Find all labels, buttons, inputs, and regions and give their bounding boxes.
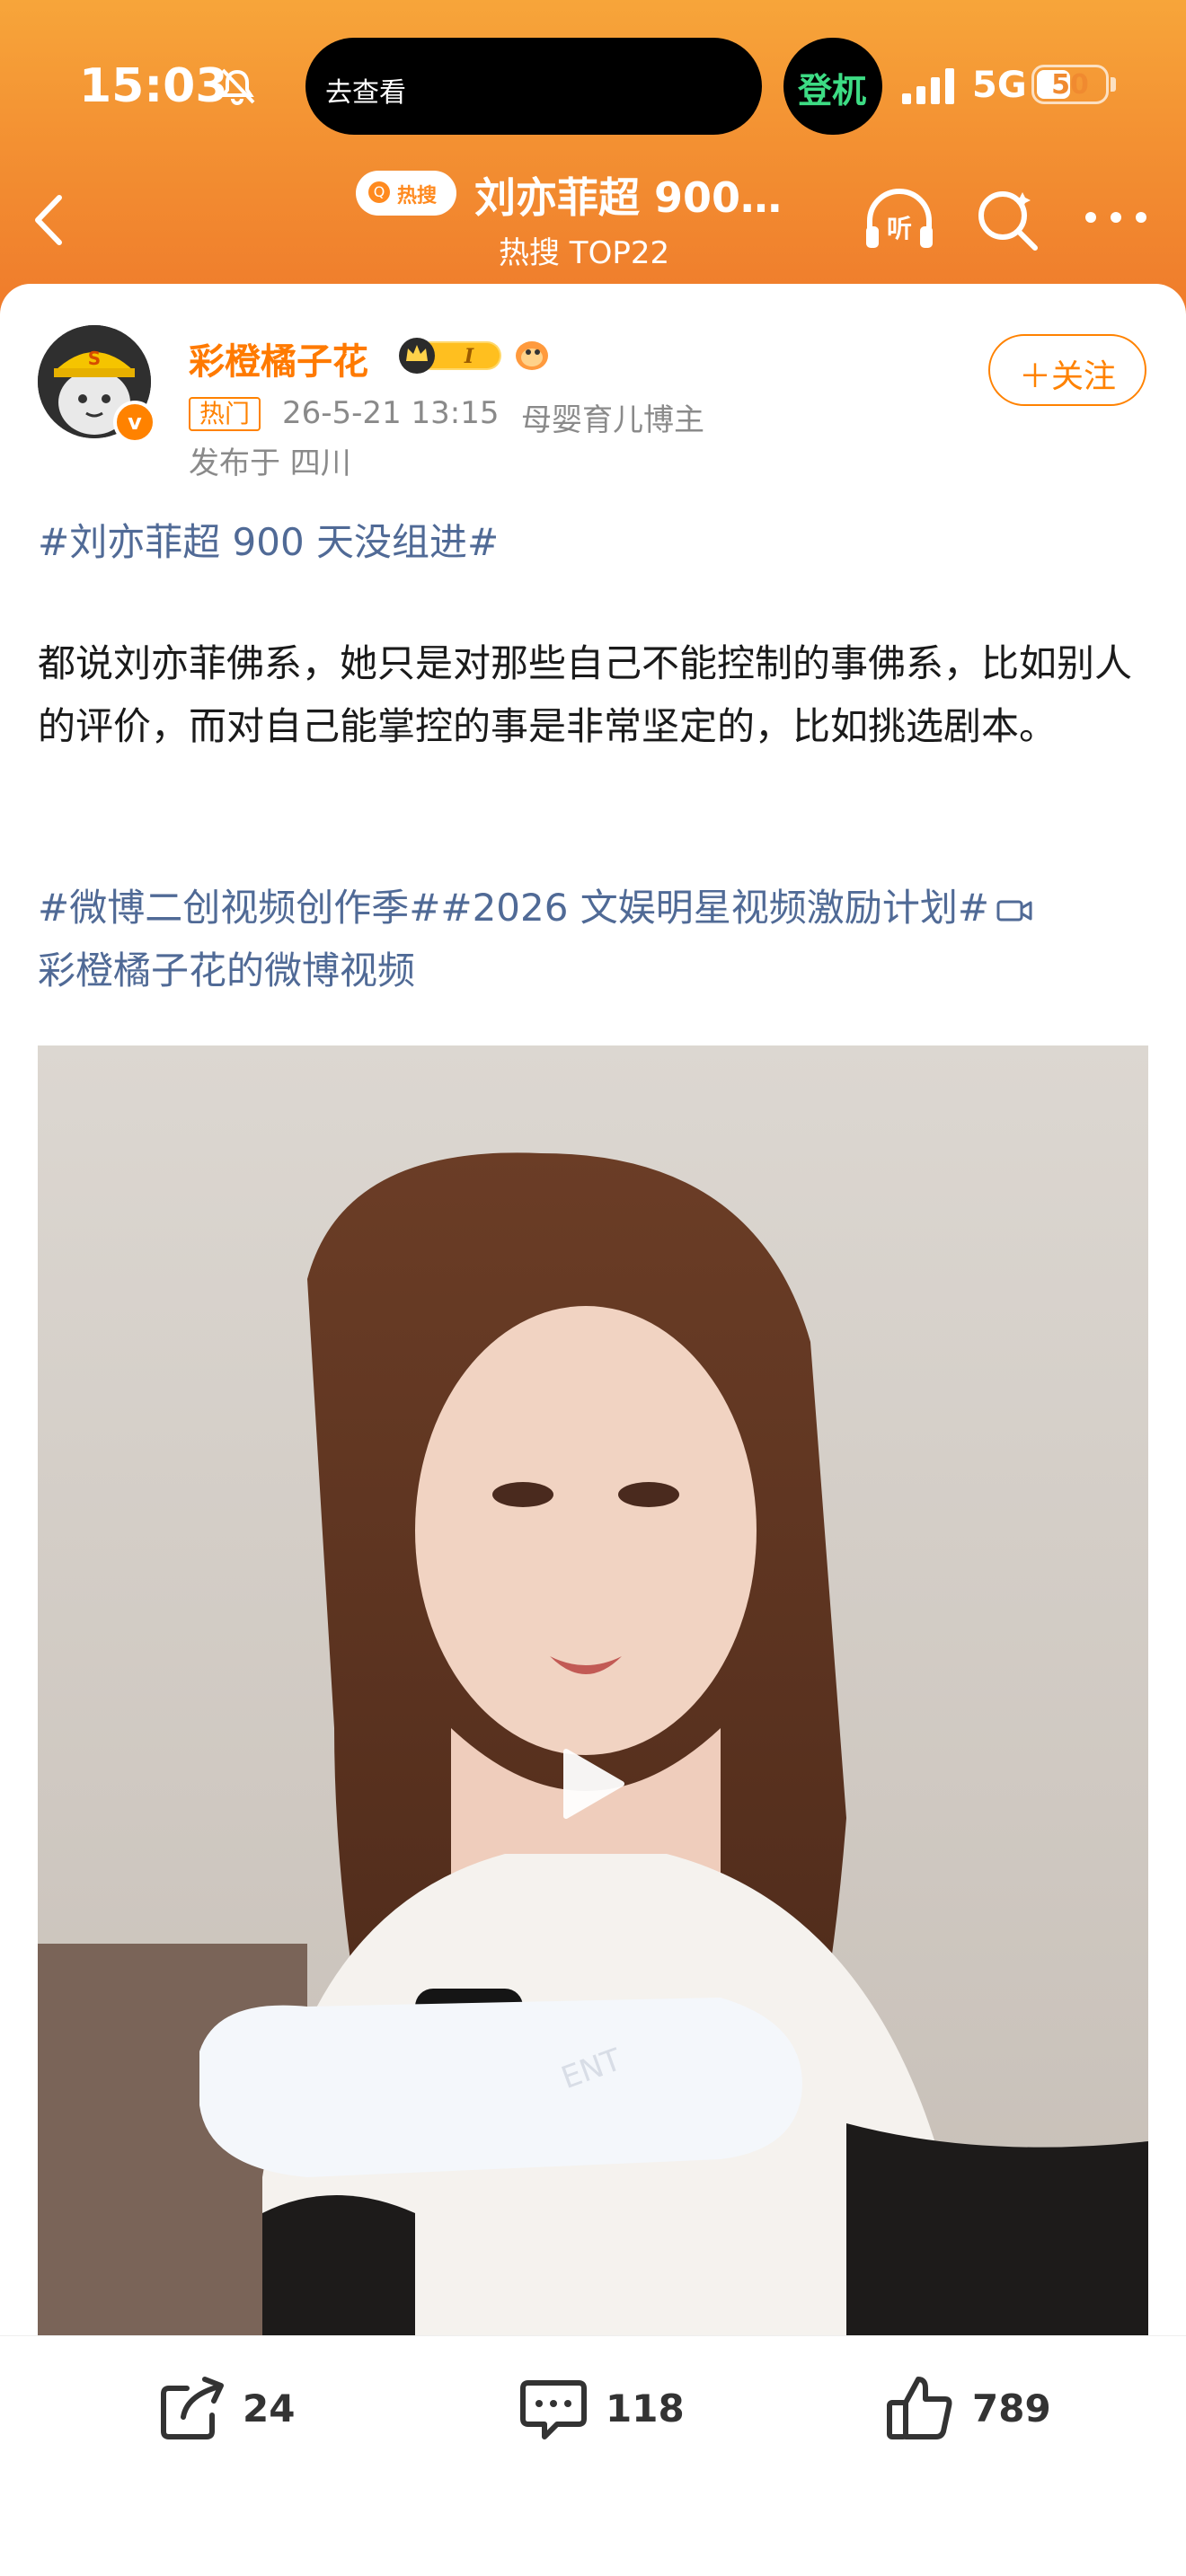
battery-level: 50 [1051,69,1089,101]
hashtag-topic-link[interactable]: #刘亦菲超 900 天没组进# [38,512,499,567]
verified-badge-icon: v [113,401,156,444]
status-bar: 15:03 去查看 登杌 5G 50 [0,0,1186,171]
signal-icon [902,68,954,104]
hashtag-campaign-links[interactable]: #微博二创视频创作季##2026 文娱明星视频激励计划# [38,886,989,930]
post-body: 都说刘亦菲佛系，她只是对那些自己不能控制的事佛系，比如别人的评价，而对自己能掌控… [38,641,1133,748]
post-location: 发布于 四川 [189,446,351,481]
nav-subtitle[interactable]: 热搜 TOP22 [499,228,669,272]
video-link[interactable]: 彩橙橘子花的微博视频 [38,948,415,992]
search-icon[interactable] [972,185,1042,255]
back-arrow-icon[interactable] [27,189,72,251]
post-time: 26-5-21 13:15 [282,395,500,431]
action-bar: 24 118 789 [0,2335,1186,2576]
svg-text:I: I [464,345,474,368]
video-thumbnail: ENT [38,1045,1148,2339]
author-tag: 母婴育儿博主 [521,402,704,438]
svg-text:S: S [88,348,101,369]
vip-level-badge-icon: I [399,338,501,374]
comment-count: 118 [606,2386,685,2430]
repost-icon [161,2377,224,2439]
hashtag-topics: #微博二创视频创作季##2026 文娱明星视频激励计划# 彩橙橘子花的微博视频 [38,877,1116,1002]
status-time: 15:03 [79,59,228,113]
header: 15:03 去查看 登杌 5G 50 Q 热搜 刘亦菲超 900… 热搜 TOP… [0,0,1186,323]
hot-search-tag: Q 热搜 [356,171,456,216]
battery-cap [1111,77,1116,92]
play-icon[interactable] [559,1746,627,1822]
network-type: 5G [972,65,1027,106]
repost-button[interactable]: 24 [156,2372,295,2453]
like-button[interactable]: 789 [884,2372,1055,2453]
bell-muted-icon [220,68,255,105]
battery-icon: 50 [1031,65,1109,104]
listen-headphones-icon[interactable]: 听 [861,183,938,255]
like-count: 789 [972,2386,1051,2430]
island-text: 去查看 [325,77,406,109]
fan-fish-icon [516,341,548,370]
island-app-badge[interactable]: 登杌 [783,38,882,135]
hot-label-badge: 热门 [189,397,261,431]
post-card: S v 彩橙橘子花 I 热门 26-5-21 13:15 母婴育儿博主 发布于 … [0,284,1186,2339]
thumbs-up-icon [887,2377,952,2439]
search-small-icon: Q [368,181,390,203]
comment-icon [520,2380,587,2439]
video-player[interactable]: ENT [38,1045,1148,2339]
nav-bar: Q 热搜 刘亦菲超 900… 热搜 TOP22 听 [0,162,1186,278]
weibo-post-page: 15:03 去查看 登杌 5G 50 Q 热搜 刘亦菲超 900… 热搜 TOP… [0,0,1186,2576]
comment-button[interactable]: 118 [518,2372,688,2453]
follow-button[interactable]: ＋关注 [988,334,1146,406]
repost-count: 24 [243,2386,296,2430]
hot-search-tag-label: 热搜 [397,185,438,207]
nav-title[interactable]: 刘亦菲超 900… [474,165,782,225]
island-app-label: 登杌 [798,71,867,110]
follow-button-label: ＋关注 [1018,358,1116,395]
dynamic-island[interactable]: 去查看 [305,38,762,135]
more-options-icon[interactable] [1080,199,1152,235]
svg-text:听: 听 [887,214,912,243]
username[interactable]: 彩橙橘子花 [189,332,368,384]
video-camera-icon [996,900,1032,921]
